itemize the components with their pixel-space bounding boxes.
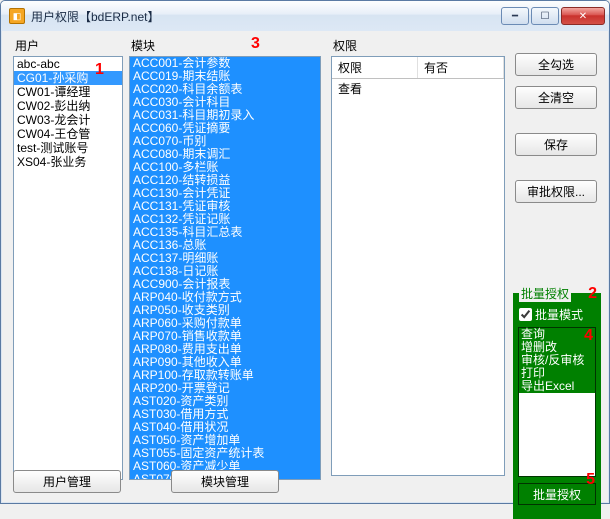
client-area: 用户 abc-abcCG01-孙采购CW01-谭经理CW02-彭出纳CW03-龙… (1, 31, 609, 503)
perms-column: 权限 权限 有否 查看 (331, 37, 505, 476)
batch-listbox[interactable]: 查询 增删改 审核/反审核 打印 导出Excel (518, 327, 596, 477)
perm-row[interactable]: 查看 (332, 79, 504, 98)
users-label: 用户 (13, 37, 123, 54)
check-all-button[interactable]: 全勾选 (515, 53, 597, 76)
batch-mode-label: 批量模式 (535, 306, 583, 323)
batch-authorize-button[interactable]: 批量授权 (518, 483, 596, 505)
user-item[interactable]: XS04-张业务 (14, 155, 122, 169)
window-title: 用户权限【bdERP.net】 (31, 8, 501, 25)
modules-listbox[interactable]: ACC001-会计参数ACC019-期末结账ACC020-科目余额表ACC030… (129, 56, 321, 480)
approval-button[interactable]: 审批权限... (515, 180, 597, 203)
titlebar: ◧ 用户权限【bdERP.net】 ━ ☐ ✕ (1, 1, 609, 31)
user-item[interactable]: CW02-彭出纳 (14, 99, 122, 113)
perm-col-has: 有否 (418, 57, 504, 78)
users-listbox[interactable]: abc-abcCG01-孙采购CW01-谭经理CW02-彭出纳CW03-龙会计C… (13, 56, 123, 480)
module-manage-button[interactable]: 模块管理 (171, 470, 279, 493)
batch-mode-input[interactable] (519, 308, 532, 321)
clear-all-button[interactable]: 全清空 (515, 86, 597, 109)
close-button[interactable]: ✕ (561, 7, 605, 25)
perm-header: 权限 有否 (332, 57, 504, 79)
perm-cell-name: 查看 (332, 79, 418, 98)
users-column: 用户 abc-abcCG01-孙采购CW01-谭经理CW02-彭出纳CW03-龙… (13, 37, 123, 480)
batch-title: 批量授权 (519, 285, 571, 302)
batch-groupbox: 批量授权 批量模式 查询 增删改 审核/反审核 打印 导出Excel 批量授权 (513, 293, 601, 519)
user-item[interactable]: test-测试账号 (14, 141, 122, 155)
maximize-button[interactable]: ☐ (531, 7, 559, 25)
modules-label: 模块 (129, 37, 321, 54)
save-button[interactable]: 保存 (515, 133, 597, 156)
user-item[interactable]: abc-abc (14, 57, 122, 71)
perms-label: 权限 (331, 37, 505, 54)
user-manage-button[interactable]: 用户管理 (13, 470, 121, 493)
user-item[interactable]: CW03-龙会计 (14, 113, 122, 127)
user-item[interactable]: CW04-王仓管 (14, 127, 122, 141)
user-item[interactable]: CW01-谭经理 (14, 85, 122, 99)
batch-item[interactable]: 导出Excel (519, 380, 595, 393)
perms-table[interactable]: 权限 有否 查看 (331, 56, 505, 476)
batch-mode-checkbox[interactable]: 批量模式 (519, 306, 597, 323)
right-buttons: 全勾选 全清空 保存 审批权限... (515, 53, 599, 213)
minimize-button[interactable]: ━ (501, 7, 529, 25)
app-window: ◧ 用户权限【bdERP.net】 ━ ☐ ✕ 用户 abc-abcCG01-孙… (0, 0, 610, 504)
user-item[interactable]: CG01-孙采购 (14, 71, 122, 85)
perm-col-name: 权限 (332, 57, 418, 78)
modules-column: 模块 ACC001-会计参数ACC019-期末结账ACC020-科目余额表ACC… (129, 37, 321, 480)
app-icon: ◧ (9, 8, 25, 24)
perm-cell-has (418, 79, 504, 98)
